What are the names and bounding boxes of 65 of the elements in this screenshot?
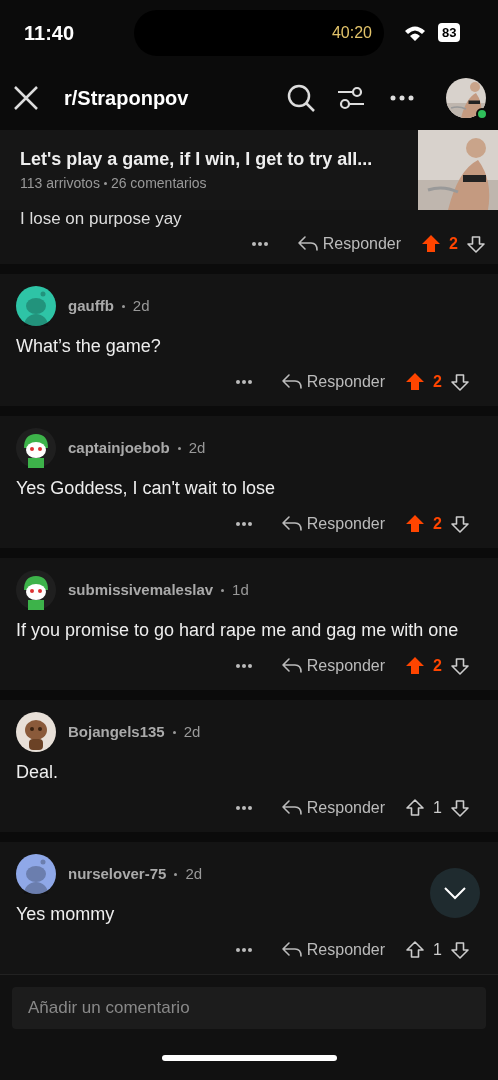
downvote-icon[interactable]: [450, 940, 470, 960]
more-icon[interactable]: [234, 947, 253, 953]
vote-count: 2: [449, 234, 458, 254]
comment-author[interactable]: nurselover-75: [68, 862, 167, 886]
downvote-icon[interactable]: [450, 514, 470, 534]
more-icon[interactable]: [250, 241, 269, 247]
comment-text: What’s the game?: [16, 335, 162, 358]
comment-text: Yes Goddess, I can't wait to lose: [16, 477, 276, 500]
reply-icon: [280, 798, 303, 818]
reply-icon: [280, 656, 303, 676]
upvote-icon[interactable]: [405, 372, 426, 392]
comment-author[interactable]: Bojangels135: [68, 720, 165, 744]
reply-button[interactable]: Responder: [280, 938, 386, 962]
subreddit-title[interactable]: r/Straponpov: [64, 82, 189, 113]
vote-count: 2: [433, 514, 442, 534]
more-icon[interactable]: [234, 379, 253, 385]
upvote-icon[interactable]: [405, 940, 426, 960]
downvote-icon[interactable]: [466, 234, 486, 254]
reply-icon: [280, 940, 303, 960]
reply-button[interactable]: Responder: [280, 654, 386, 678]
reply-button[interactable]: Responder: [280, 796, 386, 820]
comment-age: 1d: [232, 579, 249, 600]
comment-age: 2d: [183, 721, 201, 742]
more-icon[interactable]: [234, 521, 253, 527]
more-icon[interactable]: [390, 94, 414, 101]
upvote-icon[interactable]: [405, 514, 426, 534]
comment-text: I lose on purpose yay: [19, 210, 183, 228]
comment-age: 2d: [132, 295, 150, 316]
upvote-icon[interactable]: [405, 798, 426, 818]
close-icon[interactable]: [12, 83, 40, 112]
downvote-icon[interactable]: [450, 798, 470, 818]
reply-icon: [280, 514, 303, 534]
comment-field[interactable]: Añadir un comentario: [12, 987, 486, 1029]
reply-button[interactable]: Responder: [296, 232, 402, 256]
vote-count: 2: [433, 372, 442, 392]
comment-author[interactable]: submissivemaleslav: [68, 578, 214, 602]
comment-count: 26 comentarios: [110, 174, 207, 193]
comment-age: 2d: [188, 437, 206, 458]
comment-text: Deal.: [16, 761, 60, 784]
more-icon[interactable]: [234, 663, 253, 669]
vote-count: 1: [433, 940, 442, 960]
comment-author[interactable]: captainjoebob: [68, 436, 170, 460]
reply-button[interactable]: Responder: [280, 370, 386, 394]
comment-text: If you promise to go hard rape me and gag me with one: [16, 619, 460, 642]
downvote-icon[interactable]: [450, 372, 470, 392]
more-icon[interactable]: [234, 805, 253, 811]
reply-icon: [280, 372, 303, 392]
comment-age: 2d: [185, 863, 203, 884]
comment-author[interactable]: gauffb: [68, 294, 114, 318]
chevron-down-icon: [443, 886, 467, 900]
search-icon[interactable]: [286, 82, 316, 113]
status-time: 11:40: [24, 20, 76, 46]
upvote-count: 113 arrivotos: [20, 174, 100, 193]
upvote-icon[interactable]: [405, 656, 426, 676]
reply-button[interactable]: Responder: [280, 512, 386, 536]
timer-text: 40:20: [331, 22, 372, 43]
post-title[interactable]: Let's play a game, if I win, I get to try all...: [20, 146, 418, 173]
wifi-icon: [404, 24, 426, 41]
downvote-icon[interactable]: [450, 656, 470, 676]
vote-count: 1: [433, 798, 442, 818]
battery-indicator: 83: [438, 22, 461, 43]
upvote-icon[interactable]: [421, 234, 442, 254]
reply-icon: [296, 234, 319, 254]
vote-count: 2: [433, 656, 442, 676]
comment-text: Yes mommy: [16, 903, 116, 926]
